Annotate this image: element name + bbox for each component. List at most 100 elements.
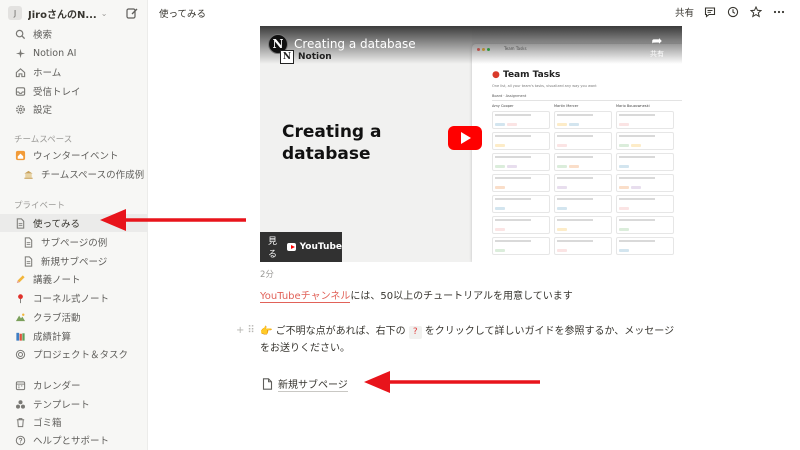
mountain-emoji-icon — [14, 311, 27, 324]
watch-on-youtube-button[interactable]: 見る YouTube — [260, 232, 342, 262]
shapes-icon — [14, 398, 27, 411]
history-clock-icon[interactable] — [726, 5, 740, 19]
sidebar-item-label: 設定 — [33, 105, 53, 116]
mock-title: ● Team Tasks — [492, 70, 561, 80]
play-button[interactable] — [448, 126, 482, 150]
page-icon — [262, 378, 273, 390]
sidebar-item-label: 検索 — [33, 30, 53, 41]
mock-column-header: Martin Mercer — [554, 104, 579, 108]
more-options-icon[interactable] — [772, 5, 786, 19]
sidebar-item-settings[interactable]: 設定 — [0, 100, 148, 118]
notion-logo-icon: N — [280, 50, 294, 64]
new-page-icon[interactable] — [125, 6, 139, 20]
workspace-switcher[interactable]: J JiroさんのN... ⌄ — [0, 0, 147, 26]
trash-icon — [14, 416, 27, 429]
video-share-button[interactable]: ➦ 共有 — [650, 34, 664, 59]
sidebar-item-projects-tasks[interactable]: プロジェクト＆タスク — [0, 345, 148, 363]
sidebar-item-label: ウィンターイベント — [33, 151, 119, 162]
youtube-channel-link[interactable]: YouTubeチャンネル — [260, 291, 351, 303]
comment-icon[interactable] — [703, 5, 717, 19]
video-embed[interactable]: Team Tasks ● Team Tasks One list, all yo… — [260, 26, 682, 262]
video-description: YouTubeチャンネルには、50以上のチュートリアルを用意しています — [260, 291, 573, 303]
sidebar-item-label: Notion AI — [33, 47, 77, 59]
add-block-icon[interactable]: + — [236, 325, 244, 336]
share-button[interactable]: 共有 — [675, 5, 694, 19]
mock-column-header: Mario Bouzowneski — [616, 104, 650, 108]
mock-view-tab: Board · Assignment — [492, 94, 527, 98]
page-icon — [22, 236, 35, 249]
workspace-avatar: J — [8, 6, 22, 20]
private-section-label: プライベート — [14, 201, 66, 211]
help-icon — [14, 434, 27, 447]
sidebar-item-home[interactable]: ホーム — [0, 63, 148, 81]
star-icon[interactable] — [749, 5, 763, 19]
gear-icon — [14, 103, 27, 116]
share-arrow-icon: ➦ — [651, 34, 663, 49]
sidebar-item-inbox[interactable]: 受信トレイ — [0, 82, 148, 100]
pin-emoji-icon — [14, 292, 27, 305]
sidebar-item-label: コーネル式ノート — [33, 294, 110, 305]
sidebar-item-help[interactable]: ヘルプとサポート — [0, 431, 148, 449]
sidebar-item-teamspace-example[interactable]: チームスペースの作成例 — [0, 165, 148, 183]
sidebar-item-templates[interactable]: テンプレート — [0, 395, 148, 413]
annotation-arrow-left — [364, 371, 540, 393]
sidebar-item-winter-event[interactable]: ウィンターイベント — [0, 146, 148, 164]
video-thumbnail-title: Creating a database — [282, 122, 382, 164]
sidebar-item-label: ゴミ箱 — [33, 418, 62, 429]
channel-name: N Notion — [280, 50, 332, 64]
block-handle[interactable]: + ⠿ — [236, 325, 255, 336]
sidebar-item-label: カレンダー — [33, 381, 81, 392]
page-icon — [22, 255, 35, 268]
video-app-mock: Team Tasks ● Team Tasks One list, all yo… — [472, 44, 682, 262]
sidebar-item-lecture-notes[interactable]: 講義ノート — [0, 270, 148, 288]
sidebar-item-label: 受信トレイ — [33, 87, 81, 98]
mock-column: Mario Bouzowneski — [616, 104, 674, 258]
sidebar-item-label: サブページの例 — [41, 238, 108, 249]
inbox-icon — [14, 85, 27, 98]
drag-handle-icon[interactable]: ⠿ — [247, 325, 254, 336]
sidebar-item-label: プロジェクト＆タスク — [33, 350, 129, 361]
annotation-arrow-left — [100, 209, 246, 231]
sidebar-item-label: ホーム — [33, 68, 62, 79]
sidebar-item-notion-ai[interactable]: Notion AI — [0, 44, 148, 62]
sparkle-icon — [14, 47, 27, 60]
books-emoji-icon — [14, 330, 27, 343]
sidebar-item-label: ヘルプとサポート — [33, 436, 110, 447]
mock-column: Martin Mercer — [554, 104, 612, 258]
top-bar: 使ってみる 共有 — [148, 0, 800, 26]
building-emoji-icon — [22, 168, 35, 181]
teamspace-section-label: チームスペース — [14, 135, 73, 145]
sidebar-item-label: チームスペースの作成例 — [41, 170, 145, 181]
pointing-hand-emoji-icon: 👉 — [260, 326, 273, 337]
calendar-icon — [14, 379, 27, 392]
video-duration: 2分 — [260, 270, 274, 280]
help-callout: 👉 ご不明な点があれば、右下の ? をクリックして詳しいガイドを参照するか、メッ… — [260, 326, 675, 354]
topbar-actions: 共有 — [675, 5, 786, 19]
sidebar-item-trash[interactable]: ゴミ箱 — [0, 413, 148, 431]
breadcrumb[interactable]: 使ってみる — [159, 6, 206, 20]
pencil-emoji-icon — [14, 273, 27, 286]
sidebar-item-label: テンプレート — [33, 400, 90, 411]
play-icon — [461, 132, 471, 144]
sidebar-item-label: クラブ活動 — [33, 313, 81, 324]
chevron-down-icon: ⌄ — [100, 8, 108, 18]
sidebar-item-search[interactable]: 検索 — [0, 25, 148, 43]
sidebar-item-new-subpage[interactable]: 新規サブページ — [0, 252, 148, 270]
search-icon — [14, 28, 27, 41]
sidebar-item-subpage-example[interactable]: サブページの例 — [0, 233, 148, 251]
target-icon — [14, 348, 27, 361]
youtube-icon — [286, 243, 296, 251]
sidebar-item-label: 講義ノート — [33, 275, 81, 286]
sidebar-item-label: 新規サブページ — [41, 257, 108, 268]
sidebar-item-label: 使ってみる — [33, 219, 81, 230]
sidebar-item-calendar[interactable]: カレンダー — [0, 376, 148, 394]
video-title[interactable]: Creating a database — [294, 37, 416, 51]
mock-column: Amy Cooper — [492, 104, 550, 258]
mock-column-header: Amy Cooper — [492, 104, 514, 108]
sidebar-item-club-activity[interactable]: クラブ活動 — [0, 308, 148, 326]
sidebar-item-cornell-notes[interactable]: コーネル式ノート — [0, 289, 148, 307]
help-key-badge: ? — [408, 326, 422, 339]
sidebar-item-grade-calc[interactable]: 成績計算 — [0, 327, 148, 345]
page-icon — [14, 217, 27, 230]
new-subpage-link[interactable]: 新規サブページ — [262, 376, 348, 392]
